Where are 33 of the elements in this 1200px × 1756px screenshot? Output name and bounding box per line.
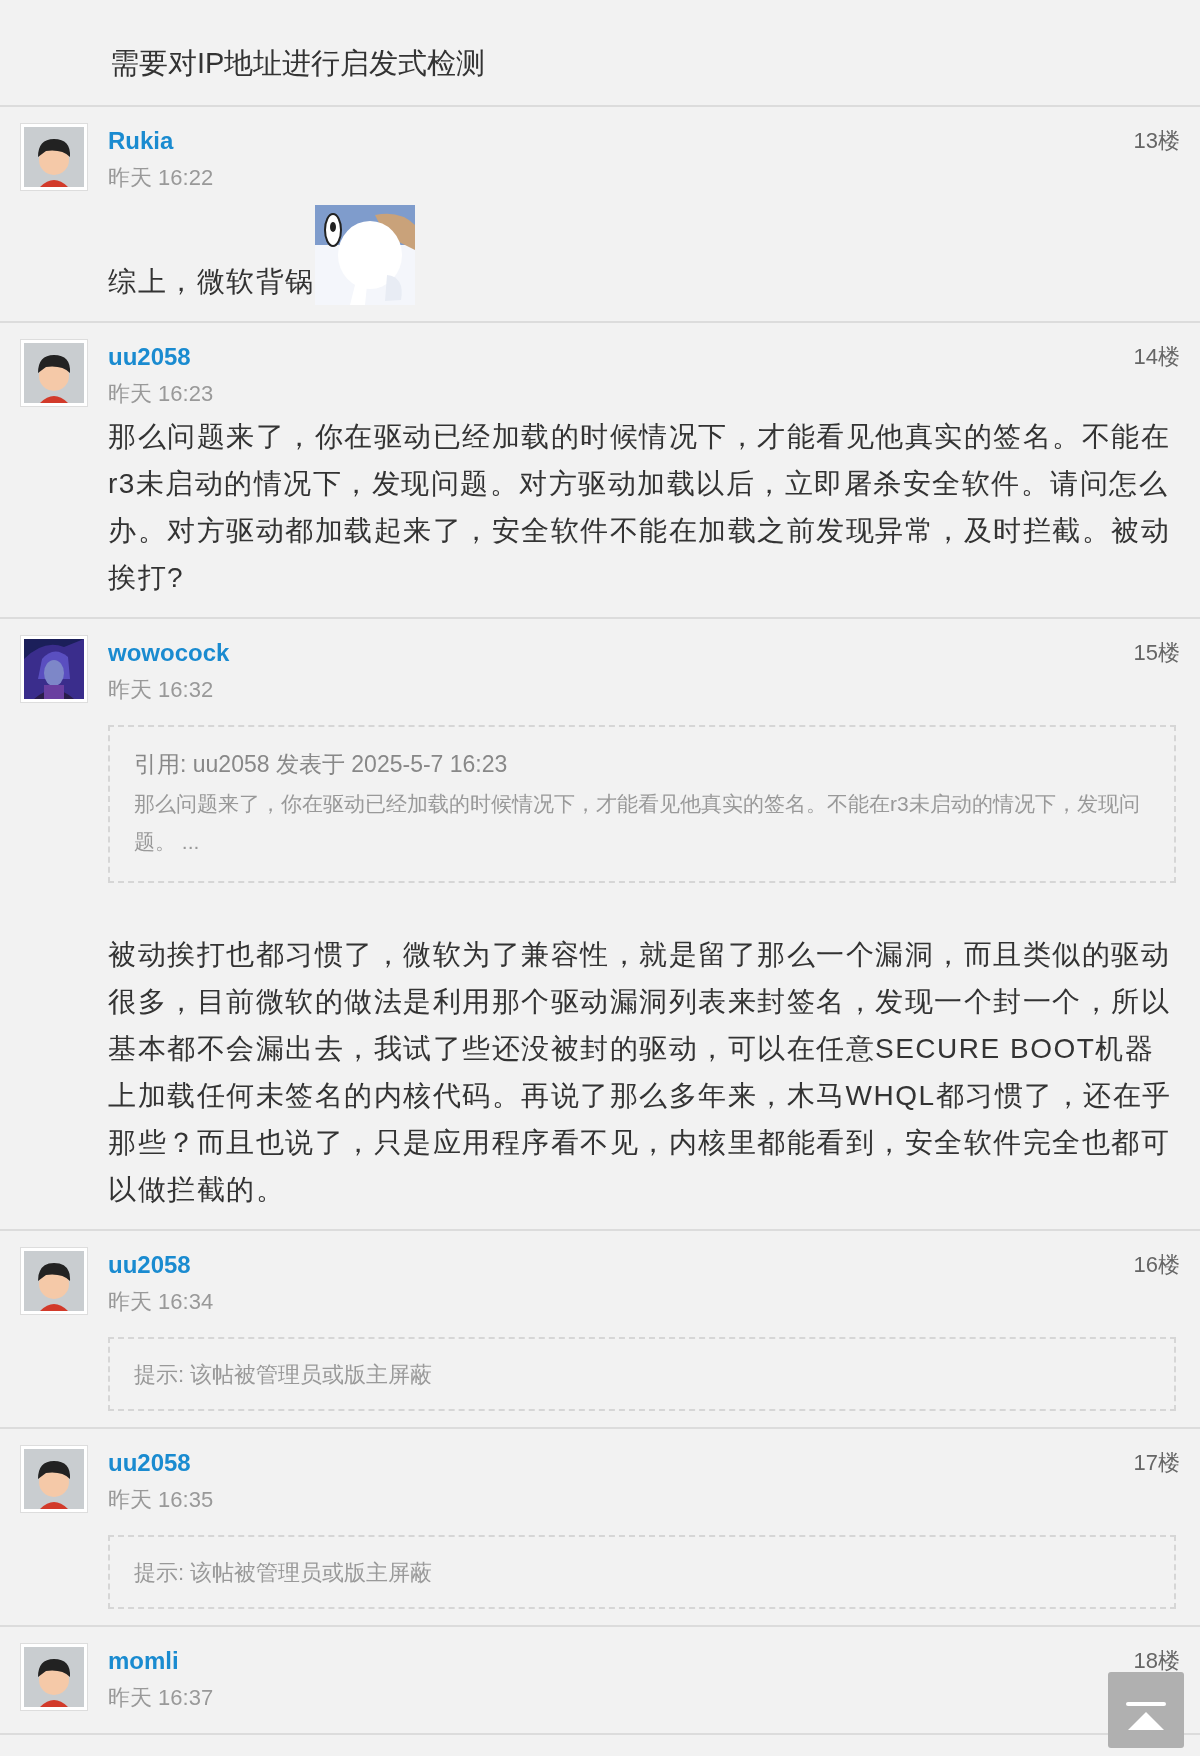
avatar-icon [24,1647,84,1707]
author-name[interactable]: wowocock [108,635,230,671]
back-to-top-icon [1126,1702,1166,1732]
notice-text: 提示: 该帖被管理员或版主屏蔽 [134,1360,433,1389]
author-name[interactable]: uu2058 [108,1247,191,1283]
post-time: 昨天 16:22 [108,164,215,192]
post-text: 那么问题来了，你在驱动已经加载的时候情况下，才能看见他真实的签名。不能在r3未启动的情况下，发现问题。对方驱动加载以后，立即屠杀安全软件。请问怎么办。对方驱动都加载起来了，安全软件不能在加载之前发现异常，及时拦截。被动挨打? [108,420,1171,595]
post-time: 昨天 16:23 [108,380,215,408]
floor-number: 17楼 [1133,1449,1180,1477]
author-name[interactable]: uu2058 [108,1445,191,1481]
post-text: 综上，微软背锅 [108,265,315,299]
author-name[interactable]: momli [108,1643,179,1679]
post-time: 昨天 16:35 [108,1486,215,1514]
notice-text: 提示: 该帖被管理员或版主屏蔽 [134,1558,433,1587]
post-time: 昨天 16:34 [108,1288,215,1316]
back-to-top-button[interactable] [1108,1672,1184,1748]
quote-text: 那么问题来了，你在驱动已经加载的时候情况下，才能看见他真实的签名。不能在r3未启动的情况下，发现问题。 ... [134,791,1141,855]
floor-number: 18楼 [1133,1647,1180,1675]
floor-number: 14楼 [1133,343,1180,371]
post-time: 昨天 16:32 [108,676,215,704]
author-name[interactable]: uu2058 [108,339,191,375]
post-text: 被动挨打也都习惯了，微软为了兼容性，就是留了那么一个漏洞，而且类似的驱动很多，目前微软的做法是利用那个驱动漏洞列表来封签名，发现一个封一个，所以基本都不会漏出去，我试了些还没被封的驱动，可以在任意SECURE BOOT机器上加载任何未签名的内核代码。再说了那么多年来，木马WHQL都习惯了，还在乎那些？而且也说了，只是应用程序看不见，内核里都能看到，安全软件完全也都可以做拦截的。 [108,938,1173,1207]
post-time: 昨天 16:37 [108,1684,215,1712]
floor-number: 15楼 [1133,639,1180,667]
avatar-icon [24,1449,84,1509]
avatar-icon [24,1251,84,1311]
topic-text: 需要对IP地址进行启发式检测 [110,45,486,81]
quote-heading: 引用: uu2058 发表于 2025-5-7 16:23 [134,750,509,779]
author-name[interactable]: Rukia [108,123,174,159]
avatar-icon [24,127,84,187]
avatar-icon [24,343,84,403]
floor-number: 16楼 [1133,1251,1180,1279]
floor-number: 13楼 [1133,127,1180,155]
